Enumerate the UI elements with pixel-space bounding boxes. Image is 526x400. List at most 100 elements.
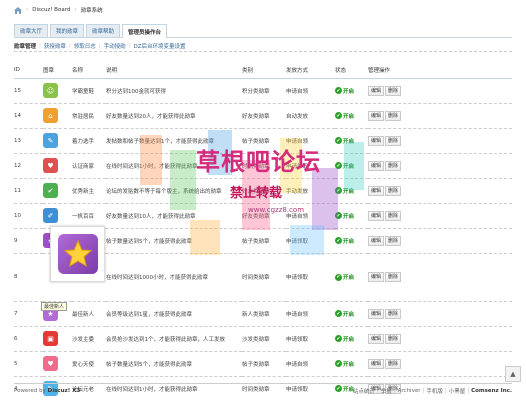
delete-button[interactable]: 删除 <box>385 333 402 344</box>
footer-company-link[interactable]: Comsenz Inc. <box>471 388 512 394</box>
edit-button[interactable]: 编辑 <box>368 210 385 221</box>
status-badge: ✔ 开启 <box>335 187 354 195</box>
delete-button[interactable]: 删除 <box>385 272 402 282</box>
subnav-separator: | <box>68 42 71 49</box>
home-icon[interactable] <box>14 6 22 14</box>
arrow-up-icon: ▲ <box>510 370 516 378</box>
subnav-claim-log[interactable]: 领取日志 <box>74 42 96 50</box>
tab-medal-help[interactable]: 勋章帮助 <box>86 24 121 37</box>
delete-button[interactable]: 删除 <box>385 235 402 246</box>
status-badge: ✔ 开启 <box>335 162 354 170</box>
edit-button[interactable]: 编辑 <box>368 85 385 96</box>
edit-button[interactable]: 编辑 <box>368 235 385 246</box>
check-icon: ✔ <box>335 237 342 244</box>
cell-type: 帖子类勋章 <box>242 228 286 254</box>
cell-type: 帖子类勋章 <box>242 351 286 377</box>
edit-button[interactable]: 编辑 <box>368 308 385 319</box>
cell-name: 爱心天使 <box>72 351 106 377</box>
footer-powered-prefix: Powered by <box>14 387 46 394</box>
footer-link-mobile[interactable]: 手机版 <box>426 387 443 395</box>
delete-button[interactable]: 删除 <box>385 160 402 171</box>
edit-button[interactable]: 编辑 <box>368 135 385 146</box>
check-icon: ✔ <box>335 87 342 94</box>
medal-icon: ✎ <box>43 133 58 148</box>
footer-brand-link[interactable]: Discuz! X3 <box>48 388 81 394</box>
cell-id: 14 <box>14 103 43 129</box>
cell-id: 7 <box>14 301 43 327</box>
cell-status: ✔ 开启 <box>335 326 368 352</box>
tab-admin-console[interactable]: 管理员操作台 <box>122 24 168 38</box>
delete-button[interactable]: 删除 <box>385 308 402 319</box>
breadcrumb-separator: › <box>26 7 29 13</box>
footer-link-report[interactable]: 举报 <box>381 387 392 395</box>
subnav-awarded-medals[interactable]: 获授勋章 <box>44 42 66 50</box>
check-icon: ✔ <box>335 137 342 144</box>
cell-status: ✔ 开启 <box>335 103 368 129</box>
footer-link-stats[interactable]: 站点统计 <box>353 387 375 395</box>
cell-icon: ☺ <box>43 78 72 104</box>
edit-button[interactable]: 编辑 <box>368 110 385 121</box>
cell-status: ✔ 开启 <box>335 78 368 104</box>
subnav-separator: | <box>128 42 131 49</box>
cell-actions: 编辑 删除 <box>368 103 512 129</box>
subnav-env-settings[interactable]: DZ后台环境变量设置 <box>134 42 186 50</box>
col-header-actions: 管理操作 <box>368 62 512 79</box>
edit-button[interactable]: 编辑 <box>368 160 385 171</box>
subnav-medal-manage[interactable]: 勋章管理 <box>14 42 36 50</box>
delete-button[interactable]: 删除 <box>385 85 402 96</box>
cell-name: 优秀新主 <box>72 178 106 204</box>
cell-type: 帖子类勋章 <box>242 128 286 154</box>
status-badge: ✔ 开启 <box>335 112 354 120</box>
breadcrumb-medal-link[interactable]: 勋章系统 <box>81 6 103 14</box>
star-medal-icon <box>57 234 98 274</box>
cell-type: 好友类勋章 <box>242 178 286 204</box>
cell-desc: 帖子数量达到5个，才能获得此勋章 <box>106 351 242 377</box>
cell-type: 时间类勋章 <box>242 153 286 179</box>
tab-medal-hall[interactable]: 勋章大厅 <box>14 24 49 37</box>
cell-id: 9 <box>14 228 43 254</box>
status-badge: ✔ 开启 <box>335 273 354 281</box>
footer-link-archiver[interactable]: Archiver <box>398 388 421 394</box>
edit-button[interactable]: 编辑 <box>368 272 385 282</box>
edit-button[interactable]: 编辑 <box>368 358 385 369</box>
main-tabs: 勋章大厅 我的勋章 勋章帮助 管理员操作台 <box>14 24 512 38</box>
edit-button[interactable]: 编辑 <box>368 185 385 196</box>
medal-tooltip: 最佳新人 <box>41 302 68 311</box>
table-row: 5 ♥ 爱心天使 帖子数量达到5个，才能获得此勋章 帖子类勋章 申请自领 ✔ 开启 编辑 删除 <box>14 351 512 377</box>
cell-desc: 会员抢沙发达到1个，才能获得此勋章，人工发放 <box>106 326 242 352</box>
cell-id: 10 <box>14 203 43 229</box>
medal-image-preview <box>50 226 105 282</box>
delete-button[interactable]: 删除 <box>385 185 402 196</box>
cell-name: 常驻居民 <box>72 103 106 129</box>
cell-name: 最佳新人 <box>72 301 106 327</box>
status-badge: ✔ 开启 <box>335 87 354 95</box>
breadcrumb-board-link[interactable]: Discuz! Board <box>32 7 70 13</box>
cell-type: 好友类勋章 <box>242 103 286 129</box>
tab-my-medals[interactable]: 我的勋章 <box>50 24 85 37</box>
check-icon: ✔ <box>335 310 342 317</box>
cell-method: 申请领取 <box>286 153 335 179</box>
cell-name: 学霸童鞋 <box>72 78 106 104</box>
breadcrumb: › Discuz! Board › 勋章系统 <box>14 3 103 17</box>
delete-button[interactable]: 删除 <box>385 210 402 221</box>
cell-id: 15 <box>14 78 43 104</box>
admin-subnav: 勋章管理 | 获授勋章 | 领取日志 | 手动授勋 | DZ后台环境变量设置 <box>14 40 512 52</box>
cell-id: 13 <box>14 128 43 154</box>
cell-icon: ✎ <box>43 128 72 154</box>
back-to-top-button[interactable]: ▲ <box>505 366 521 382</box>
edit-button[interactable]: 编辑 <box>368 333 385 344</box>
delete-button[interactable]: 删除 <box>385 358 402 369</box>
footer-link-blackroom[interactable]: 小黑屋 <box>449 387 466 395</box>
cell-type: 积分类勋章 <box>242 78 286 104</box>
delete-button[interactable]: 删除 <box>385 135 402 146</box>
status-label: 开启 <box>343 238 355 245</box>
subnav-manual-award[interactable]: 手动授勋 <box>104 42 126 50</box>
status-label: 开启 <box>343 188 355 195</box>
delete-button[interactable]: 删除 <box>385 110 402 121</box>
cell-name: 认证商家 <box>72 153 106 179</box>
status-label: 开启 <box>343 336 355 343</box>
check-icon: ✔ <box>335 273 342 281</box>
table-row: 12 ♥ 认证商家 在线时间达到1小时，才能获得此勋章 时间类勋章 申请领取 ✔ 开启 编辑 删除 <box>14 153 512 179</box>
cell-status: ✔ 开启 <box>335 253 368 302</box>
table-row: 13 ✎ 着力选手 发帖数和帖子数量达到1个，才能获得此勋章 帖子类勋章 申请自领 ✔ 开启 编… <box>14 128 512 154</box>
